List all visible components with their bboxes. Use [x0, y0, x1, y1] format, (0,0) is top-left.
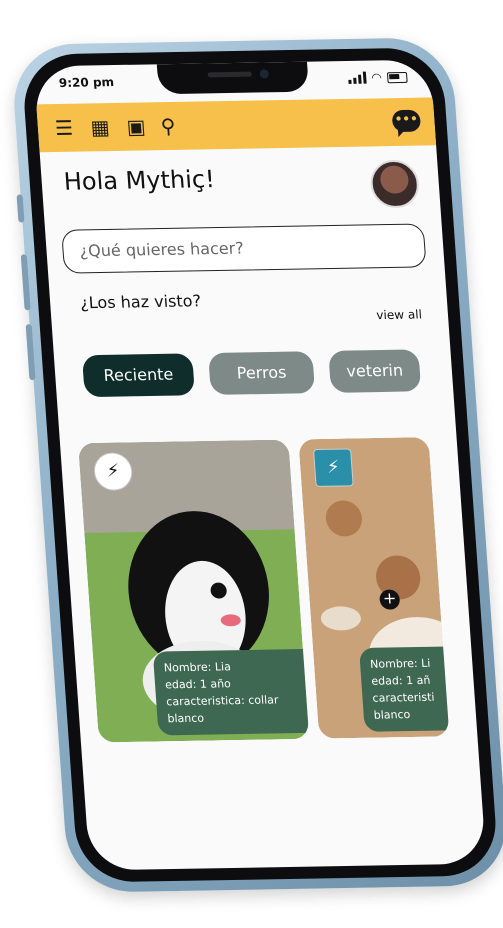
search-box[interactable]	[61, 223, 427, 274]
greeting-title: Hola Mythiç!	[62, 165, 216, 196]
speaker-grille	[207, 71, 252, 78]
messenger-icon: ⚡	[105, 460, 121, 482]
mute-switch	[16, 194, 25, 223]
messenger-button[interactable]: ⚡	[92, 452, 134, 491]
pet-name: Nombre: Li	[369, 656, 431, 671]
view-all-link[interactable]: view all	[376, 307, 423, 322]
pet-trait: caracteristica: collar blanco	[165, 693, 279, 726]
menu-icon[interactable]: ☰	[51, 116, 77, 140]
battery-icon	[386, 71, 408, 83]
chip-reciente[interactable]: Reciente	[81, 353, 195, 398]
app-screen: 9:20 pm ◠ ☰ ▦ ▣ ⚲ ••• Hola Mythiç! ¿Los …	[33, 59, 487, 871]
volume-down-button	[25, 324, 36, 381]
wifi-icon: ◠	[371, 70, 382, 85]
pet-info: Nombre: Lia edad: 1 año caracteristica: …	[152, 648, 310, 736]
messenger-icon: ⚡	[326, 456, 341, 478]
pet-age: edad: 1 añ	[370, 673, 431, 688]
search-icon[interactable]: ⚲	[155, 114, 181, 138]
pet-card[interactable]: ⚡ + Nombre: Li edad: 1 añ caracteristi b…	[298, 437, 450, 739]
search-input[interactable]	[76, 234, 407, 262]
signal-icon	[348, 71, 367, 84]
chip-perros[interactable]: Perros	[208, 351, 316, 395]
top-toolbar: ☰ ▦ ▣ ⚲ •••	[36, 97, 437, 153]
add-book-icon[interactable]: ▣	[123, 114, 149, 138]
avatar[interactable]	[369, 159, 421, 209]
notch	[156, 61, 310, 95]
volume-up-button	[20, 254, 31, 311]
calendar-icon[interactable]: ▦	[87, 115, 113, 139]
pet-trait: caracteristi blanco	[372, 690, 435, 722]
section-title: ¿Los haz visto?	[79, 291, 202, 313]
status-icons: ◠	[347, 70, 408, 85]
add-icon[interactable]: +	[378, 588, 401, 610]
pet-info: Nombre: Li edad: 1 añ caracteristi blanc…	[359, 646, 450, 732]
status-time: 9:20 pm	[58, 75, 115, 90]
phone-mockup: 9:20 pm ◠ ☰ ▦ ▣ ⚲ ••• Hola Mythiç! ¿Los …	[10, 37, 503, 893]
front-camera	[259, 69, 270, 79]
chip-veterin[interactable]: veterin	[328, 349, 422, 393]
chat-bubble-icon[interactable]: •••	[391, 109, 422, 133]
category-chips: Reciente Perros veterin	[81, 349, 454, 399]
pet-card[interactable]: ⚡ Nombre: Lia edad: 1 año caracteristica…	[78, 439, 310, 743]
messenger-button[interactable]: ⚡	[313, 448, 354, 488]
